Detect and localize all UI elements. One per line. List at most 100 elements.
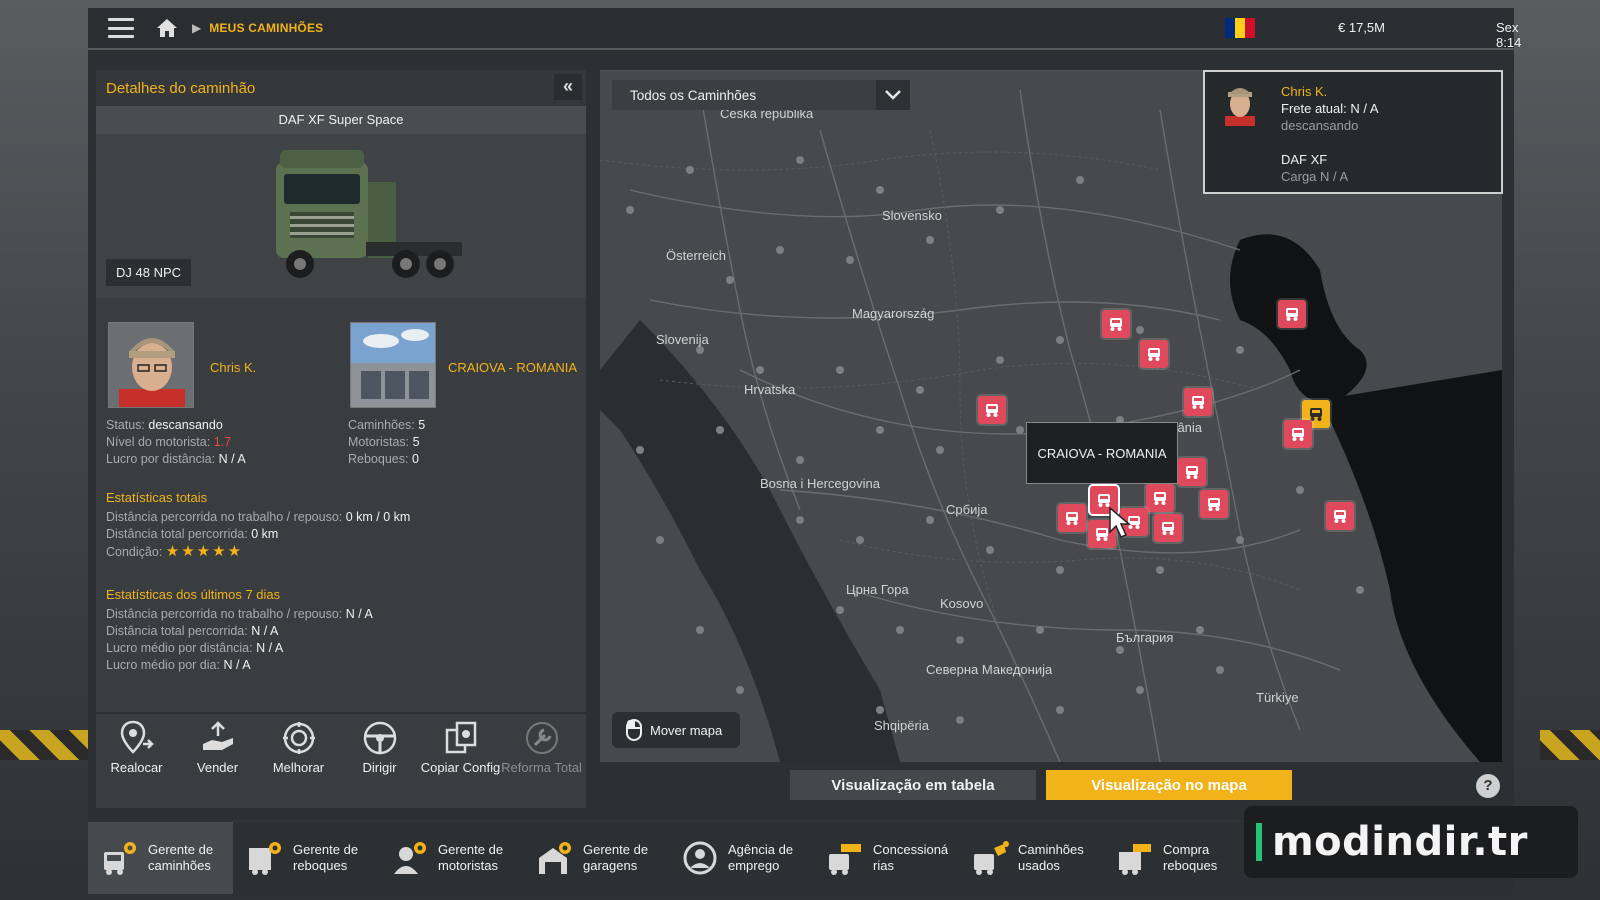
truck-marker[interactable] xyxy=(1200,490,1228,518)
used-trucks-icon xyxy=(974,841,1009,875)
truck-marker[interactable] xyxy=(1140,340,1168,368)
nav-employment-agency[interactable]: Agência de emprego xyxy=(668,822,813,894)
week-avg-dist-value: N / A xyxy=(256,641,284,655)
watermark-bar xyxy=(1256,823,1262,861)
truck-icon xyxy=(1110,318,1122,331)
week-work-label: Distância percorrida no trabalho / repou… xyxy=(106,607,343,621)
upgrade-button[interactable]: Melhorar xyxy=(258,714,339,808)
map-view-tab[interactable]: Visualização no mapa xyxy=(1046,770,1292,800)
nav-label: Concessioná rias xyxy=(873,842,949,873)
total-stats-title: Estatísticas totais xyxy=(106,490,208,505)
truck-icon xyxy=(1186,466,1198,479)
card-cargo: Carga N / A xyxy=(1281,169,1349,184)
breadcrumb[interactable]: MEUS CAMINHÕES xyxy=(209,21,323,35)
truck-marker[interactable] xyxy=(1278,300,1306,328)
nav-dealerships[interactable]: Concessioná rias xyxy=(813,822,958,894)
action-label: Copiar Config xyxy=(420,760,501,775)
watermark-logo: modindir.tr xyxy=(1244,806,1578,878)
week-work-value: N / A xyxy=(345,607,373,621)
week-avg-dist-label: Lucro médio por distância: xyxy=(106,641,253,655)
move-map-label: Mover mapa xyxy=(650,722,723,738)
country-flag xyxy=(1225,18,1255,38)
country-label: Slovensko xyxy=(882,208,942,223)
garage-image[interactable] xyxy=(350,322,436,408)
truck-image xyxy=(276,150,462,278)
nav-trailer-manager[interactable]: Gerente de reboques xyxy=(233,822,378,894)
truck-icon xyxy=(1066,512,1078,525)
week-dist-label: Distância total percorrida: xyxy=(106,624,248,638)
driver-name-link[interactable]: Chris K. xyxy=(210,360,256,375)
copy-config-icon xyxy=(445,721,476,754)
week-avg-day-label: Lucro médio por dia: xyxy=(106,658,220,672)
truck-actions: Realocar Vender Melhorar Dirigir Copiar … xyxy=(96,712,586,808)
nav-used-trucks[interactable]: Caminhões usados xyxy=(958,822,1103,894)
nav-label: Compra reboques xyxy=(1163,842,1218,873)
nav-label: Gerente de garagens xyxy=(583,842,649,873)
home-icon[interactable] xyxy=(156,18,178,38)
garage-name-link[interactable]: CRAIOVA - ROMANIA xyxy=(448,360,577,375)
action-label: Realocar xyxy=(110,760,163,775)
selected-truck-card[interactable]: Chris K. Frete atual: N / A descansando … xyxy=(1203,70,1503,194)
truck-icon xyxy=(1154,492,1166,505)
driver-stats: Status: descansando Nível do motorista: … xyxy=(106,417,246,468)
collapse-panel-button[interactable]: « xyxy=(554,74,582,100)
drive-button[interactable]: Dirigir xyxy=(339,714,420,808)
chevron-right-icon: ▶ xyxy=(192,21,202,35)
drivers-value: 5 xyxy=(412,435,420,449)
nav-buy-trailers[interactable]: Compra reboques xyxy=(1103,822,1248,894)
country-label: Magyarország xyxy=(852,306,935,321)
card-driver-name: Chris K. xyxy=(1281,84,1328,99)
top-bar: ▶ MEUS CAMINHÕES € 17,5M Sex 8:14 xyxy=(88,8,1521,50)
truck-marker[interactable] xyxy=(1058,504,1086,532)
trailer-manager-icon xyxy=(249,842,281,875)
truck-marker[interactable] xyxy=(1154,514,1182,542)
card-driver-state: descansando xyxy=(1281,118,1359,133)
truck-marker[interactable] xyxy=(1284,420,1312,448)
action-label: Dirigir xyxy=(362,760,397,775)
help-icon[interactable]: ? xyxy=(1476,774,1500,798)
copy-config-button[interactable]: Copiar Config xyxy=(420,714,501,808)
truck-marker[interactable] xyxy=(1184,388,1212,416)
driver-avatar-small xyxy=(1225,88,1255,126)
nav-garage-manager[interactable]: Gerente de garagens xyxy=(523,822,668,894)
condition-label: Condição: xyxy=(106,545,163,559)
panel-title: Detalhes do caminhão xyxy=(106,79,256,97)
week-stats: Distância percorrida no trabalho / repou… xyxy=(106,606,373,674)
week-avg-day-value: N / A xyxy=(223,658,251,672)
truck-marker[interactable] xyxy=(1326,502,1354,530)
nav-driver-manager[interactable]: Gerente de motoristas xyxy=(378,822,523,894)
condition-stars: ★★★★★ xyxy=(165,543,244,560)
trucks-label: Caminhões: xyxy=(348,418,415,432)
garage-tooltip: CRAIOVA - ROMANIA xyxy=(1026,422,1178,484)
truck-marker[interactable] xyxy=(1146,484,1174,512)
country-label: Bosna i Hercegovina xyxy=(760,476,880,491)
profit-label: Lucro por distância: xyxy=(106,452,216,466)
menu-icon[interactable] xyxy=(108,18,134,38)
buy-trailers-icon xyxy=(1119,844,1151,875)
chevron-down-icon[interactable] xyxy=(876,80,910,110)
drivers-label: Motoristas: xyxy=(348,435,410,449)
nav-label: Gerente de motoristas xyxy=(438,842,504,873)
hazard-stripe xyxy=(0,730,100,760)
country-label: Shqipëria xyxy=(874,718,929,733)
wrench-icon xyxy=(525,722,558,754)
overhaul-button[interactable]: Reforma Total xyxy=(501,714,582,808)
truck-preview: DJ 48 NPC xyxy=(96,134,586,298)
driver-avatar[interactable] xyxy=(108,322,194,408)
truck-marker[interactable] xyxy=(1178,458,1206,486)
hazard-stripe xyxy=(1540,730,1600,760)
sell-button[interactable]: Vender xyxy=(177,714,258,808)
truck-marker[interactable] xyxy=(1102,310,1130,338)
truck-manager-icon xyxy=(104,842,136,875)
week-dist-value: N / A xyxy=(251,624,279,638)
truck-filter-dropdown[interactable]: Todos os Caminhões xyxy=(612,80,910,110)
panel-header: Detalhes do caminhão « xyxy=(96,70,586,106)
truck-icon xyxy=(986,404,998,417)
action-label: Melhorar xyxy=(272,760,325,775)
table-view-tab[interactable]: Visualização em tabela xyxy=(790,770,1036,800)
truck-marker[interactable] xyxy=(978,396,1006,424)
move-map-hint: Mover mapa xyxy=(612,712,740,748)
relocate-button[interactable]: Realocar xyxy=(96,714,177,808)
total-work-label: Distância percorrida no trabalho / repou… xyxy=(106,510,343,524)
nav-truck-manager[interactable]: Gerente de caminhões xyxy=(88,822,233,894)
